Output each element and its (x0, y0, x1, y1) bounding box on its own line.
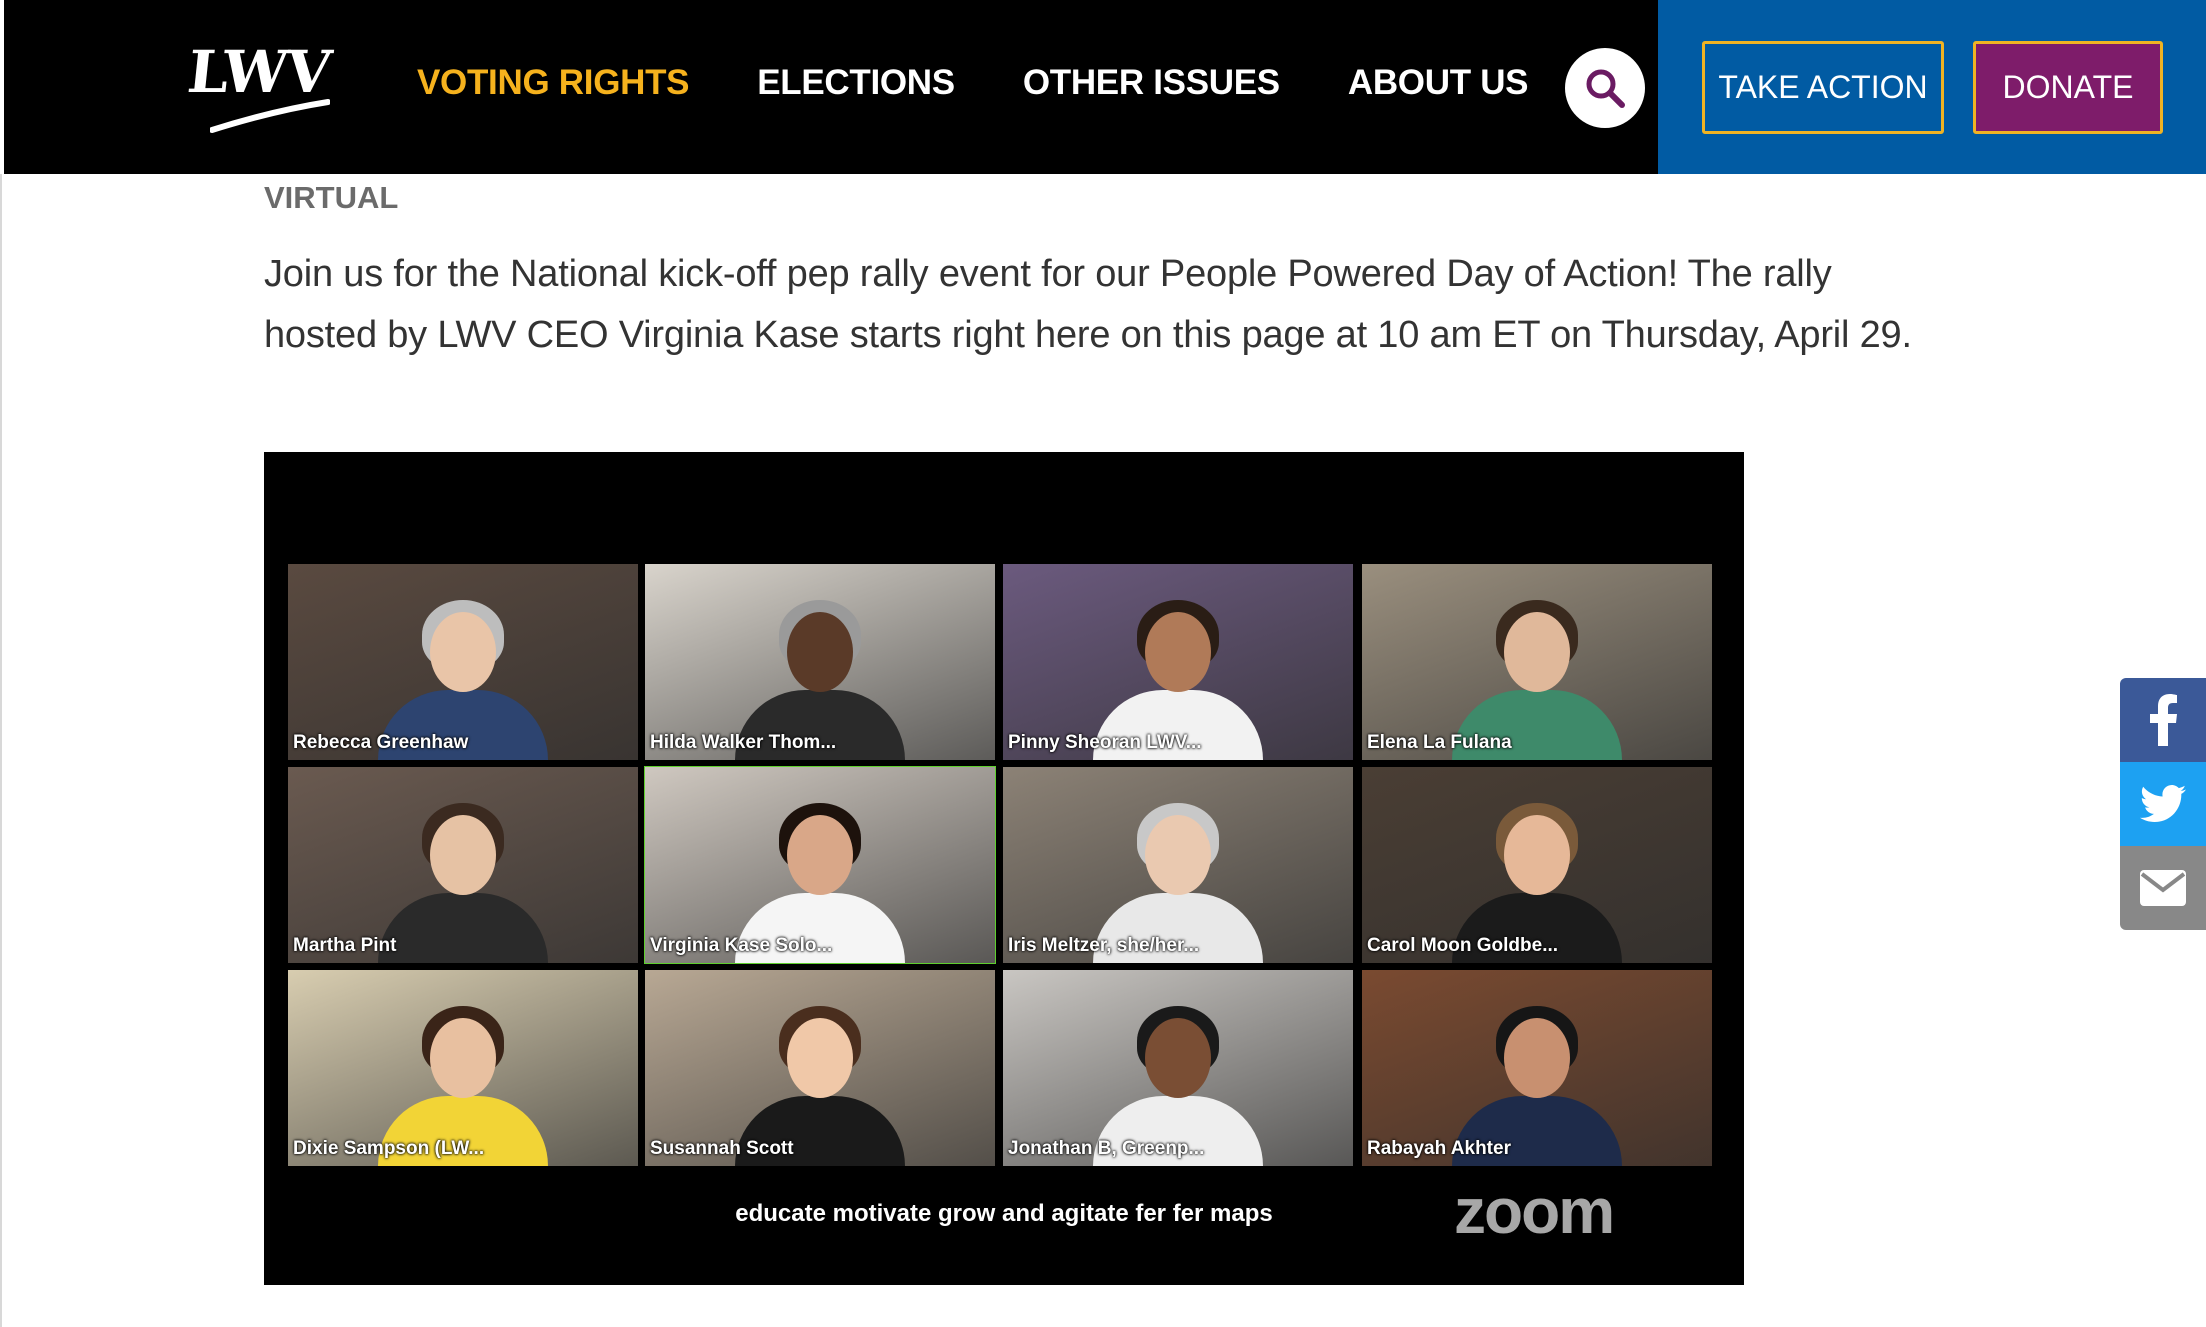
lwv-logo[interactable]: LWV (184, 38, 338, 138)
zoom-watermark: zoom (1454, 1175, 1615, 1247)
email-icon (2140, 870, 2186, 906)
search-button[interactable] (1565, 48, 1645, 128)
participant-tile[interactable]: Pinny Sheoran LWV... (1003, 564, 1353, 760)
participant-tile[interactable]: Virginia Kase Solo... (644, 766, 996, 964)
participant-name: Carol Moon Goldbe... (1367, 935, 1559, 956)
participant-name: Pinny Sheoran LWV... (1008, 732, 1202, 753)
participant-tile[interactable]: Susannah Scott (645, 970, 995, 1166)
cta-panel: TAKE ACTION DONATE (1658, 0, 2206, 174)
logo-text: LWV (184, 38, 333, 106)
share-rail (2120, 678, 2206, 930)
twitter-icon (2140, 785, 2186, 822)
participant-tile[interactable]: Martha Pint (288, 767, 638, 963)
event-type-label: VIRTUAL (264, 180, 399, 215)
participant-name: Jonathan B, Greenp... (1008, 1138, 1205, 1159)
share-email-button[interactable] (2120, 846, 2206, 930)
main-nav: VOTING RIGHTS ELECTIONS OTHER ISSUES ABO… (417, 63, 1596, 113)
donate-button[interactable]: DONATE (1973, 41, 2163, 134)
logo-swoosh-icon (210, 99, 330, 133)
nav-voting-rights[interactable]: VOTING RIGHTS (417, 63, 690, 113)
event-description: Join us for the National kick-off pep ra… (264, 253, 1912, 356)
participant-tile[interactable]: Elena La Fulana (1362, 564, 1712, 760)
facebook-icon (2150, 694, 2177, 746)
zoom-video-player[interactable]: Rebecca Greenhaw Hilda Walker Thom... Pinn… (264, 452, 1744, 1285)
participant-name: Virginia Kase Solo... (650, 935, 833, 956)
participant-name: Hilda Walker Thom... (650, 732, 837, 753)
participant-tile[interactable]: Hilda Walker Thom... (645, 564, 995, 760)
nav-other-issues[interactable]: OTHER ISSUES (1023, 63, 1280, 113)
search-icon (1586, 69, 1625, 108)
share-twitter-button[interactable] (2120, 762, 2206, 846)
site-header: LWV VOTING RIGHTS ELECTIONS OTHER ISSUES… (4, 0, 2206, 174)
participant-name: Rebecca Greenhaw (293, 732, 469, 753)
participant-tile[interactable]: Rebecca Greenhaw (288, 564, 638, 760)
share-facebook-button[interactable] (2120, 678, 2206, 762)
participant-name: Susannah Scott (650, 1138, 794, 1159)
nav-about-us[interactable]: ABOUT US (1348, 63, 1529, 113)
participant-tile[interactable]: Iris Meltzer, she/her... (1003, 767, 1353, 963)
participant-name: Dixie Sampson (LW... (293, 1138, 485, 1159)
participant-tile[interactable]: Dixie Sampson (LW... (288, 970, 638, 1166)
participant-name: Elena La Fulana (1367, 732, 1512, 753)
participant-name: Martha Pint (293, 935, 397, 956)
take-action-button[interactable]: TAKE ACTION (1702, 41, 1944, 134)
content-border (0, 174, 2, 1327)
participant-tile[interactable]: Jonathan B, Greenp... (1003, 970, 1353, 1166)
participant-name: Iris Meltzer, she/her... (1008, 935, 1200, 956)
nav-elections[interactable]: ELECTIONS (757, 63, 955, 113)
participant-name: Rabayah Akhter (1367, 1138, 1511, 1159)
participant-tile[interactable]: Carol Moon Goldbe... (1362, 767, 1712, 963)
participant-tile[interactable]: Rabayah Akhter (1362, 970, 1712, 1166)
participant-figure (368, 793, 558, 963)
